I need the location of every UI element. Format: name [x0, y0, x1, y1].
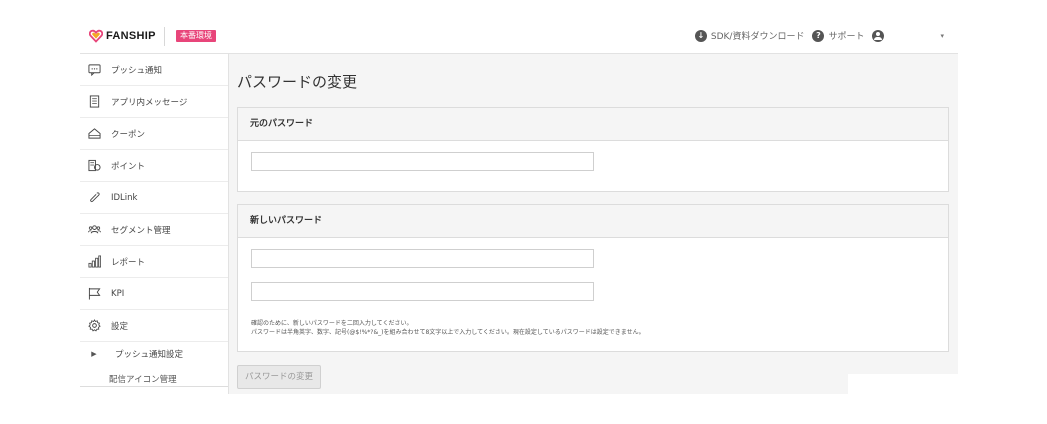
header-actions: ↓ SDK/資料ダウンロード ? サポート ▾ [694, 29, 944, 42]
user-menu-caret[interactable]: ▾ [940, 32, 944, 40]
sidebar-item-label: レポート [111, 257, 146, 268]
old-password-heading: 元のパスワード [238, 108, 948, 141]
help-icon: ? [812, 29, 825, 42]
old-password-panel: 元のパスワード [237, 107, 949, 192]
sidebar-item-point[interactable]: ポイント [80, 150, 228, 182]
confirm-password-input[interactable] [251, 282, 594, 301]
heart-logo-icon [89, 29, 103, 43]
sidebar-item-push[interactable]: プッシュ通知 [80, 54, 228, 86]
fanship-logo[interactable]: FANSHIP [89, 29, 156, 43]
support-link[interactable]: サポート [828, 29, 864, 42]
users-icon [87, 223, 101, 237]
sidebar-item-label: KPI [111, 288, 125, 299]
top-header: FANSHIP 本番環境 ↓ SDK/資料ダウンロード ? サポート ▾ [80, 20, 958, 54]
sidebar-item-label: セグメント管理 [111, 225, 171, 236]
sidebar-subitem-push-settings[interactable]: ▶ プッシュ通知設定 [80, 342, 228, 366]
sidebar: プッシュ通知 アプリ内メッセージ クーポン ポイント IDLink セグメント管… [80, 54, 229, 394]
white-patch [848, 374, 958, 394]
bar-chart-icon [87, 255, 101, 269]
download-icon: ↓ [694, 29, 707, 42]
sidebar-bottom-divider [80, 386, 228, 387]
change-password-button[interactable]: パスワードの変更 [237, 365, 321, 389]
sidebar-item-label: 設定 [111, 321, 129, 332]
password-note-line1: 確認のために、新しいパスワードを二回入力してください。 [251, 320, 413, 327]
link-icon [87, 191, 101, 205]
user-avatar-icon[interactable] [872, 29, 885, 42]
sdk-download-link[interactable]: SDK/資料ダウンロード [711, 29, 805, 42]
sidebar-item-kpi[interactable]: KPI [80, 278, 228, 310]
sidebar-item-report[interactable]: レポート [80, 246, 228, 278]
sidebar-subitem-label: プッシュ通知設定 [115, 350, 184, 360]
logo-text: FANSHIP [106, 30, 156, 42]
sidebar-item-label: クーポン [111, 129, 146, 140]
chat-bubble-icon [87, 63, 101, 77]
sidebar-item-settings[interactable]: 設定 [80, 310, 228, 342]
main-content: パスワードの変更 元のパスワード 新しいパスワード 確認のために、新しいパスワー… [229, 54, 958, 394]
sidebar-item-in-app-message[interactable]: アプリ内メッセージ [80, 86, 228, 118]
flag-icon [87, 287, 101, 301]
environment-badge: 本番環境 [176, 30, 216, 42]
sidebar-item-label: アプリ内メッセージ [111, 97, 188, 108]
sidebar-item-coupon[interactable]: クーポン [80, 118, 228, 150]
app-frame: FANSHIP 本番環境 ↓ SDK/資料ダウンロード ? サポート ▾ プッシ… [80, 20, 958, 394]
coupon-icon [87, 127, 101, 141]
page-title: パスワードの変更 [237, 73, 358, 91]
sidebar-item-idlink[interactable]: IDLink [80, 182, 228, 214]
new-password-input[interactable] [251, 249, 594, 268]
sidebar-item-segment[interactable]: セグメント管理 [80, 214, 228, 246]
sidebar-subitem-delivery-icon[interactable]: 配信アイコン管理 [109, 373, 177, 385]
document-icon [87, 95, 101, 109]
sidebar-item-label: プッシュ通知 [111, 65, 163, 76]
logo-divider [164, 27, 165, 46]
sidebar-item-label: ポイント [111, 161, 146, 172]
password-note-line2: パスワードは半角英字、数字、記号(@$!%*?&_)を組み合わせて8文字以上で入… [251, 329, 645, 336]
new-password-panel: 新しいパスワード 確認のために、新しいパスワードを二回入力してください。 パスワ… [237, 204, 949, 352]
point-icon [87, 159, 101, 173]
sidebar-item-label: IDLink [111, 192, 138, 203]
old-password-input[interactable] [251, 152, 594, 171]
expand-arrow-icon: ▶ [91, 350, 97, 358]
new-password-heading: 新しいパスワード [238, 205, 948, 238]
gear-icon [87, 319, 101, 333]
